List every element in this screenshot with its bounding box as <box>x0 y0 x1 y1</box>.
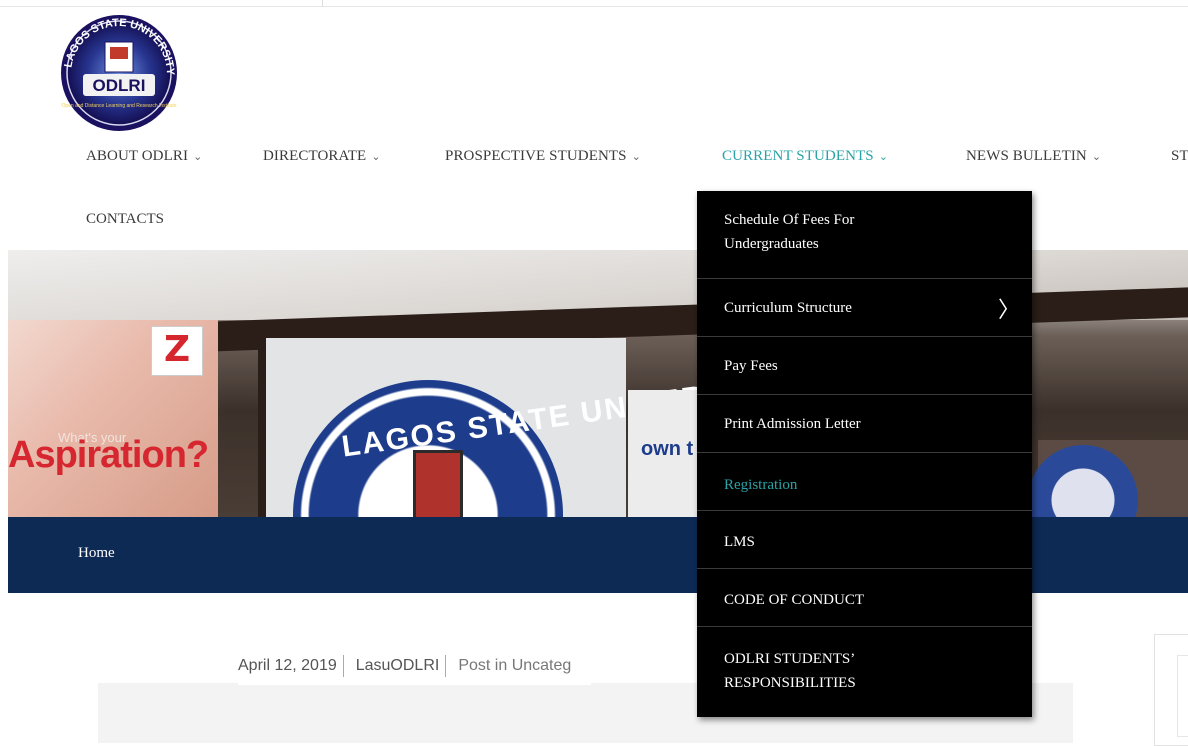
divider <box>342 655 344 677</box>
nav-label: ST <box>1171 148 1188 164</box>
top-border <box>0 6 1188 7</box>
seal-emblem <box>413 450 463 518</box>
menu-item-label: Pay Fees <box>724 358 778 374</box>
menu-item-label: RESPONSIBILITIES <box>724 675 856 691</box>
post-date[interactable]: April 12, 2019 <box>238 657 337 675</box>
nav-directorate[interactable]: DIRECTORATE ⌄ <box>263 148 381 165</box>
chevron-down-icon: ⌄ <box>371 150 381 163</box>
menu-item-label: Print Admission Letter <box>724 416 861 432</box>
zenith-logo: Z <box>151 326 203 376</box>
menu-item-pay-fees[interactable]: Pay Fees <box>697 337 1032 395</box>
menu-item-registration[interactable]: Registration <box>697 453 1032 511</box>
chevron-down-icon: ⌄ <box>193 150 203 163</box>
sidebar-search-field[interactable] <box>1177 655 1188 737</box>
menu-item-schedule-of-fees[interactable]: Schedule Of Fees For Undergraduates <box>697 191 1032 279</box>
menu-item-label: ODLRI STUDENTS’ <box>724 651 856 667</box>
nav-prospective-students[interactable]: PROSPECTIVE STUDENTS ⌄ <box>445 148 641 165</box>
chevron-right-icon: 〉 <box>997 298 1020 323</box>
nav-label: PROSPECTIVE STUDENTS <box>445 148 627 164</box>
menu-item-lms[interactable]: LMS <box>697 511 1032 569</box>
menu-item-student-responsibilities[interactable]: ODLRI STUDENTS’ RESPONSIBILITIES <box>697 627 1032 717</box>
breadcrumb-home[interactable]: Home <box>78 545 115 562</box>
chevron-down-icon: ⌄ <box>1091 150 1102 163</box>
top-border-tick <box>322 0 323 7</box>
logo-subtitle: Open and Distance Learning and Research … <box>61 103 176 109</box>
menu-item-curriculum-structure[interactable]: Curriculum Structure 〉 <box>697 279 1032 337</box>
nav-label: ABOUT ODLRI <box>86 148 189 164</box>
nav-about-odlri[interactable]: ABOUT ODLRI ⌄ <box>86 148 202 165</box>
menu-item-label: CODE OF CONDUCT <box>724 592 865 608</box>
chevron-down-icon: ⌄ <box>878 150 889 163</box>
post-category[interactable]: Post in Uncateg <box>458 657 571 675</box>
menu-item-label: Undergraduates <box>724 236 819 252</box>
menu-item-code-of-conduct[interactable]: CODE OF CONDUCT <box>697 569 1032 627</box>
logo-badge-text: ODLRI <box>93 76 146 95</box>
post-meta: April 12, 2019 LasuODLRI Post in Uncateg <box>238 655 592 685</box>
chevron-down-icon: ⌄ <box>631 150 641 163</box>
nav-current-students[interactable]: CURRENT STUDENTS ⌄ <box>722 148 888 165</box>
nav-label: NEWS BULLETIN <box>966 148 1087 164</box>
post-author[interactable]: LasuODLRI <box>356 657 440 675</box>
menu-item-label: Curriculum Structure <box>724 300 852 316</box>
nav-news-bulletin[interactable]: NEWS BULLETIN ⌄ <box>966 148 1101 165</box>
poster-text: own t <box>641 438 694 460</box>
nav-contacts[interactable]: CONTACTS <box>86 211 164 228</box>
nav-label: CURRENT STUDENTS <box>722 148 874 164</box>
poster-headline: Aspiration? <box>8 434 209 476</box>
nav-label: DIRECTORATE <box>263 148 367 164</box>
odlri-logo[interactable]: LAGOS STATE UNIVERSITY ODLRI Open and Di… <box>55 14 183 132</box>
nav-truncated-item[interactable]: ST <box>1171 148 1188 165</box>
menu-item-label: Schedule Of Fees For <box>724 212 855 228</box>
current-students-dropdown: Schedule Of Fees For Undergraduates Curr… <box>697 191 1032 717</box>
menu-item-print-admission-letter[interactable]: Print Admission Letter <box>697 395 1032 453</box>
menu-item-label: LMS <box>724 534 755 550</box>
divider <box>445 655 447 677</box>
menu-item-label: Registration <box>724 477 798 493</box>
